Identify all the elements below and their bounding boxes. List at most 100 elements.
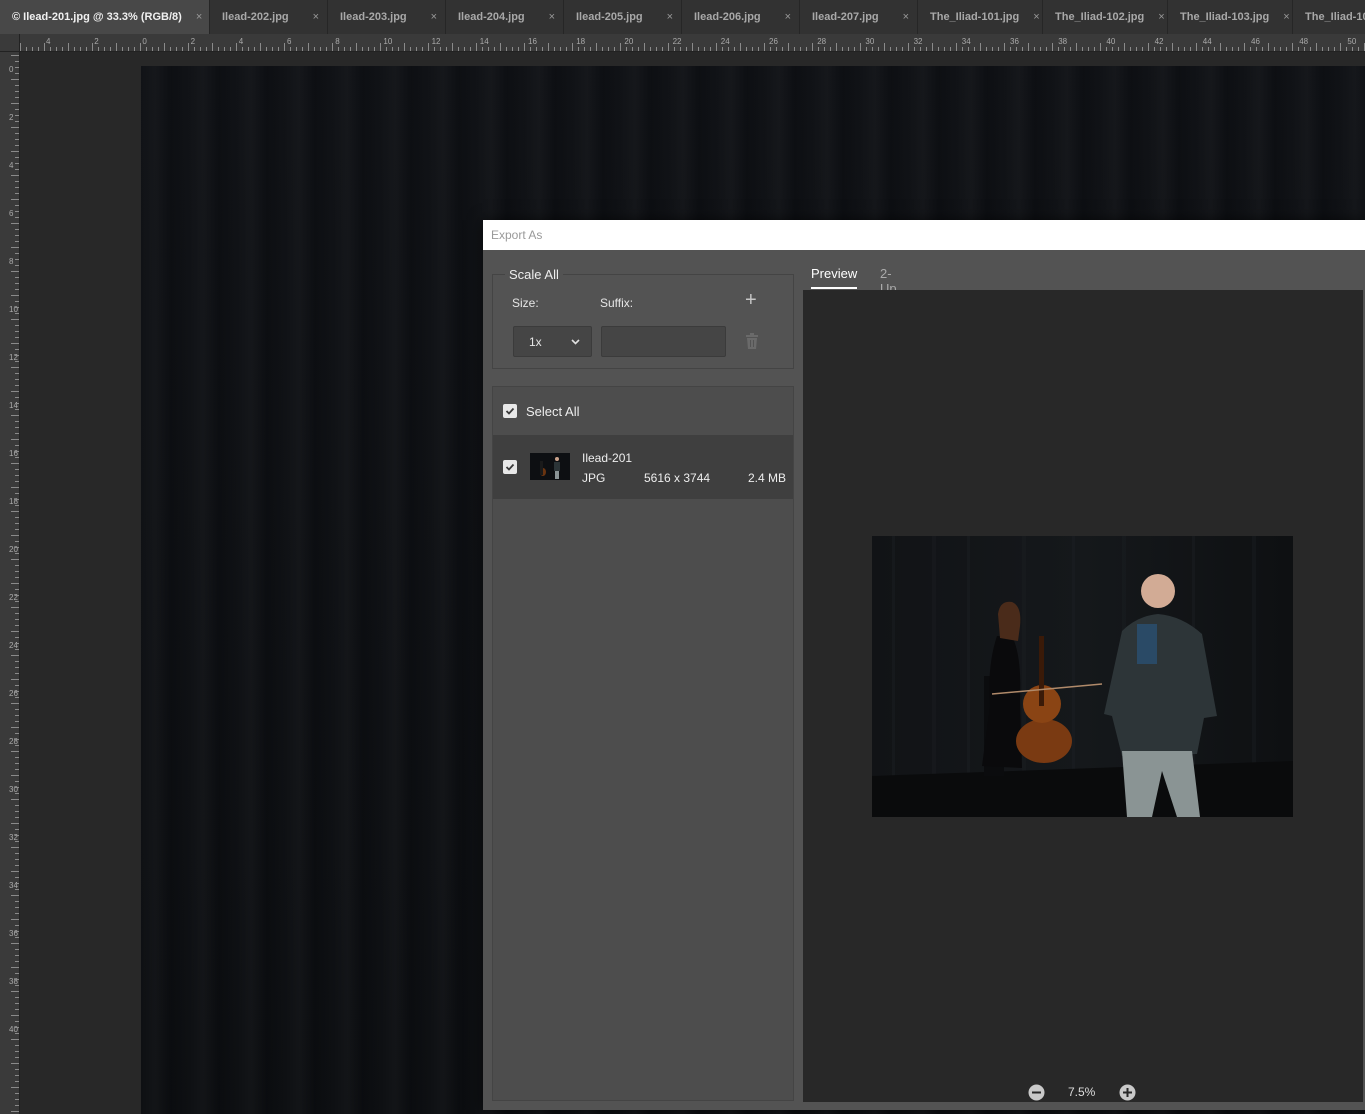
- ruler-tick: [15, 235, 19, 236]
- ruler-tick: [15, 61, 19, 62]
- ruler-tick: [15, 505, 19, 506]
- ruler-tick-label: 20: [624, 37, 634, 46]
- ruler-tick: [15, 1099, 19, 1100]
- ruler-tick: [15, 97, 19, 98]
- preview-pane[interactable]: 7.5%: [803, 290, 1363, 1102]
- ruler-tick: [15, 1009, 19, 1010]
- close-icon[interactable]: ×: [1158, 11, 1164, 23]
- add-scale-button[interactable]: +: [745, 289, 757, 312]
- ruler-tick-label: 24: [720, 37, 730, 46]
- ruler-tick: [848, 47, 849, 51]
- zoom-in-button[interactable]: [1119, 1084, 1136, 1106]
- close-icon[interactable]: ×: [785, 11, 791, 23]
- ruler-tick: [15, 601, 19, 602]
- ruler-tick: [368, 47, 369, 51]
- tab-document[interactable]: Ilead-204.jpg ×: [446, 0, 564, 34]
- ruler-tick: [110, 47, 111, 51]
- asset-name: Ilead-201: [582, 451, 633, 465]
- ruler-tick: [1202, 47, 1203, 51]
- asset-checkbox[interactable]: [503, 460, 517, 474]
- ruler-tick: [974, 47, 975, 51]
- tab-document[interactable]: Ilead-203.jpg ×: [328, 0, 446, 34]
- ruler-tick: [470, 47, 471, 51]
- chevron-down-icon: [571, 339, 580, 345]
- ruler-tick-label: 48: [1299, 37, 1309, 46]
- ruler-tick: [15, 523, 19, 524]
- close-icon[interactable]: ×: [313, 11, 319, 23]
- ruler-tick: [674, 47, 675, 51]
- tab-preview[interactable]: Preview: [811, 266, 858, 289]
- ruler-tick: [1328, 47, 1329, 51]
- ruler-tick: [15, 211, 19, 212]
- tab-label: The_Iliad-102.jpg: [1055, 11, 1145, 23]
- ruler-tick: [15, 121, 19, 122]
- ruler-tick-label: 50: [1347, 37, 1357, 46]
- ruler-tick: [248, 47, 249, 51]
- ruler-tick: [308, 43, 309, 51]
- ruler-tick: [15, 409, 19, 410]
- zoom-out-button[interactable]: [1028, 1084, 1045, 1106]
- ruler-tick: [890, 47, 891, 51]
- delete-scale-button[interactable]: [745, 333, 759, 354]
- ruler-tick: [614, 47, 615, 51]
- close-icon[interactable]: ×: [196, 11, 202, 23]
- plus-icon: +: [745, 289, 757, 311]
- tab-document[interactable]: The_Iliad-10: [1293, 0, 1365, 34]
- ruler-tick: [11, 271, 19, 272]
- size-select[interactable]: 1x: [513, 326, 592, 357]
- select-all-checkbox[interactable]: [503, 404, 517, 418]
- ruler-tick: [15, 793, 19, 794]
- ruler-tick: [15, 1075, 19, 1076]
- ruler-tick: [482, 47, 483, 51]
- ruler-tick: [15, 73, 19, 74]
- zoom-level: 7.5%: [1068, 1085, 1096, 1099]
- tab-document[interactable]: © Ilead-201.jpg @ 33.3% (RGB/8) ×: [0, 0, 210, 34]
- list-item[interactable]: Ilead-201 JPG 5616 x 3744 2.4 MB: [493, 435, 793, 499]
- ruler-tick: [15, 109, 19, 110]
- tab-document[interactable]: The_Iliad-102.jpg ×: [1043, 0, 1168, 34]
- ruler-tick: [1280, 47, 1281, 51]
- tab-document[interactable]: Ilead-206.jpg ×: [682, 0, 800, 34]
- ruler-tick: [122, 47, 123, 51]
- ruler-tick-label: 46: [1251, 37, 1260, 46]
- close-icon[interactable]: ×: [549, 11, 555, 23]
- suffix-label: Suffix:: [600, 296, 634, 310]
- ruler-tick: [11, 175, 19, 176]
- ruler-tick: [350, 47, 351, 51]
- tab-document[interactable]: Ilead-207.jpg ×: [800, 0, 918, 34]
- tab-document[interactable]: Ilead-202.jpg ×: [210, 0, 328, 34]
- ruler-tick: [11, 919, 19, 920]
- suffix-input[interactable]: [601, 326, 726, 357]
- ruler-tick-label: 4: [9, 161, 14, 170]
- close-icon[interactable]: ×: [431, 11, 437, 23]
- ruler-tick: [170, 47, 171, 51]
- tab-document[interactable]: The_Iliad-103.jpg ×: [1168, 0, 1293, 34]
- ruler-tick: [68, 43, 69, 51]
- close-icon[interactable]: ×: [903, 11, 909, 23]
- select-all-row[interactable]: Select All: [493, 387, 793, 435]
- vertical-ruler[interactable]: 0 2 4 6 8 10 12 14 16 18 20 22 24 26 28 30 32 34 36 38 40: [0, 51, 20, 1114]
- ruler-tick: [242, 47, 243, 51]
- ruler-tick: [15, 253, 19, 254]
- ruler-tick: [776, 47, 777, 51]
- tab-document[interactable]: The_Iliad-101.jpg ×: [918, 0, 1043, 34]
- tab-document[interactable]: Ilead-205.jpg ×: [564, 0, 682, 34]
- ruler-tick: [15, 433, 19, 434]
- ruler-tick: [15, 1057, 19, 1058]
- ruler-tick-label: 6: [9, 209, 14, 218]
- ruler-tick: [620, 43, 621, 51]
- close-icon[interactable]: ×: [1033, 11, 1039, 23]
- ruler-tick: [452, 43, 453, 51]
- close-icon[interactable]: ×: [1283, 11, 1289, 23]
- ruler-tick: [1082, 47, 1083, 51]
- dialog-titlebar[interactable]: Export As: [483, 220, 1365, 250]
- ruler-tick: [15, 865, 19, 866]
- ruler-tick: [15, 361, 19, 362]
- ruler-tick: [15, 649, 19, 650]
- ruler-tick: [74, 47, 75, 51]
- close-icon[interactable]: ×: [667, 11, 673, 23]
- ruler-origin[interactable]: [0, 34, 20, 52]
- ruler-tick: [15, 859, 19, 860]
- horizontal-ruler[interactable]: 4 2 0 2 4 6 8 10 12 14 16 18 20 22 24 26 28 30 32 34 36 38 40 4…: [0, 34, 1365, 52]
- ruler-tick: [1196, 43, 1197, 51]
